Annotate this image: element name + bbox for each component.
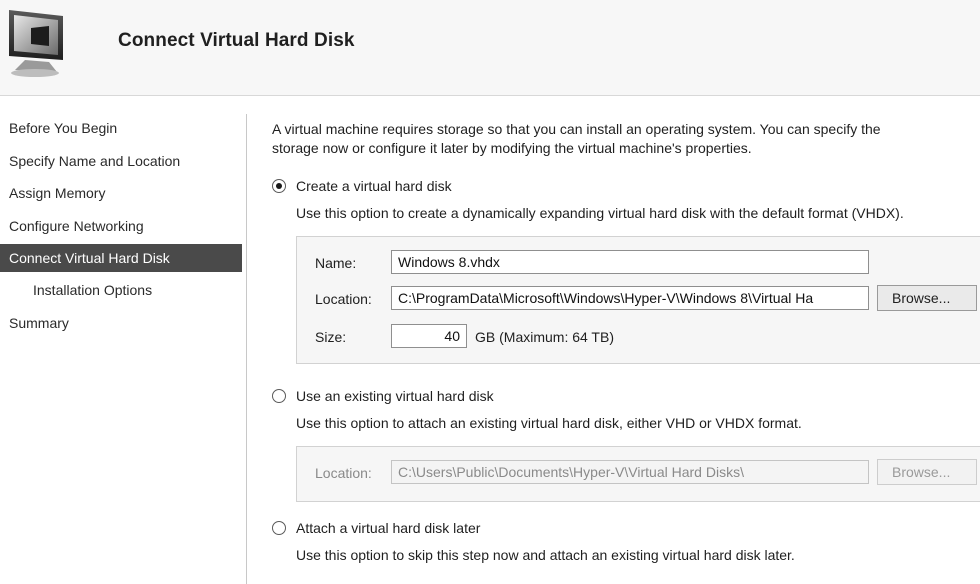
nav-item-summary[interactable]: Summary <box>0 307 242 340</box>
attach-later-radio[interactable] <box>272 521 286 535</box>
attach-later-label[interactable]: Attach a virtual hard disk later <box>296 520 480 536</box>
wizard-steps-nav: Before You Begin Specify Name and Locati… <box>0 112 242 339</box>
size-label: Size: <box>315 329 347 345</box>
nav-item-assign-memory[interactable]: Assign Memory <box>0 177 242 210</box>
existing-vhd-radio[interactable] <box>272 389 286 403</box>
attach-later-description: Use this option to skip this step now an… <box>296 547 795 563</box>
nav-divider <box>246 114 247 584</box>
name-label: Name: <box>315 255 357 271</box>
nav-item-configure-networking[interactable]: Configure Networking <box>0 210 242 243</box>
size-unit-text: GB (Maximum: 64 TB) <box>475 329 614 345</box>
create-vhd-description: Use this option to create a dynamically … <box>296 205 904 221</box>
monitor-wizard-icon <box>5 6 87 80</box>
location-field[interactable]: C:\ProgramData\Microsoft\Windows\Hyper-V… <box>391 286 869 310</box>
create-vhd-option[interactable]: Create a virtual hard disk <box>272 176 452 196</box>
existing-location-label: Location: <box>315 465 372 481</box>
create-vhd-group: Name: Windows 8.vhdx Location: C:\Progra… <box>296 236 980 364</box>
nav-item-before-you-begin[interactable]: Before You Begin <box>0 112 242 145</box>
existing-browse-button[interactable]: Browse... <box>877 459 977 485</box>
browse-button[interactable]: Browse... <box>877 285 977 311</box>
size-field[interactable]: 40 <box>391 324 467 348</box>
name-field[interactable]: Windows 8.vhdx <box>391 250 869 274</box>
existing-location-field[interactable]: C:\Users\Public\Documents\Hyper-V\Virtua… <box>391 460 869 484</box>
nav-item-connect-virtual-hard-disk[interactable]: Connect Virtual Hard Disk <box>0 244 242 272</box>
intro-line-2: storage now or configure it later by mod… <box>272 140 752 156</box>
existing-vhd-group: Location: C:\Users\Public\Documents\Hype… <box>296 446 980 502</box>
intro-line-1: A virtual machine requires storage so th… <box>272 121 881 137</box>
existing-vhd-label[interactable]: Use an existing virtual hard disk <box>296 388 494 404</box>
intro-text: A virtual machine requires storage so th… <box>272 120 972 158</box>
main-content: A virtual machine requires storage so th… <box>272 0 980 573</box>
existing-vhd-description: Use this option to attach an existing vi… <box>296 415 802 431</box>
nav-item-specify-name-location[interactable]: Specify Name and Location <box>0 145 242 178</box>
existing-vhd-option[interactable]: Use an existing virtual hard disk <box>272 386 494 406</box>
attach-later-option[interactable]: Attach a virtual hard disk later <box>272 518 480 538</box>
create-vhd-radio[interactable] <box>272 179 286 193</box>
nav-item-installation-options[interactable]: Installation Options <box>0 274 242 307</box>
location-label: Location: <box>315 291 372 307</box>
create-vhd-label[interactable]: Create a virtual hard disk <box>296 178 452 194</box>
